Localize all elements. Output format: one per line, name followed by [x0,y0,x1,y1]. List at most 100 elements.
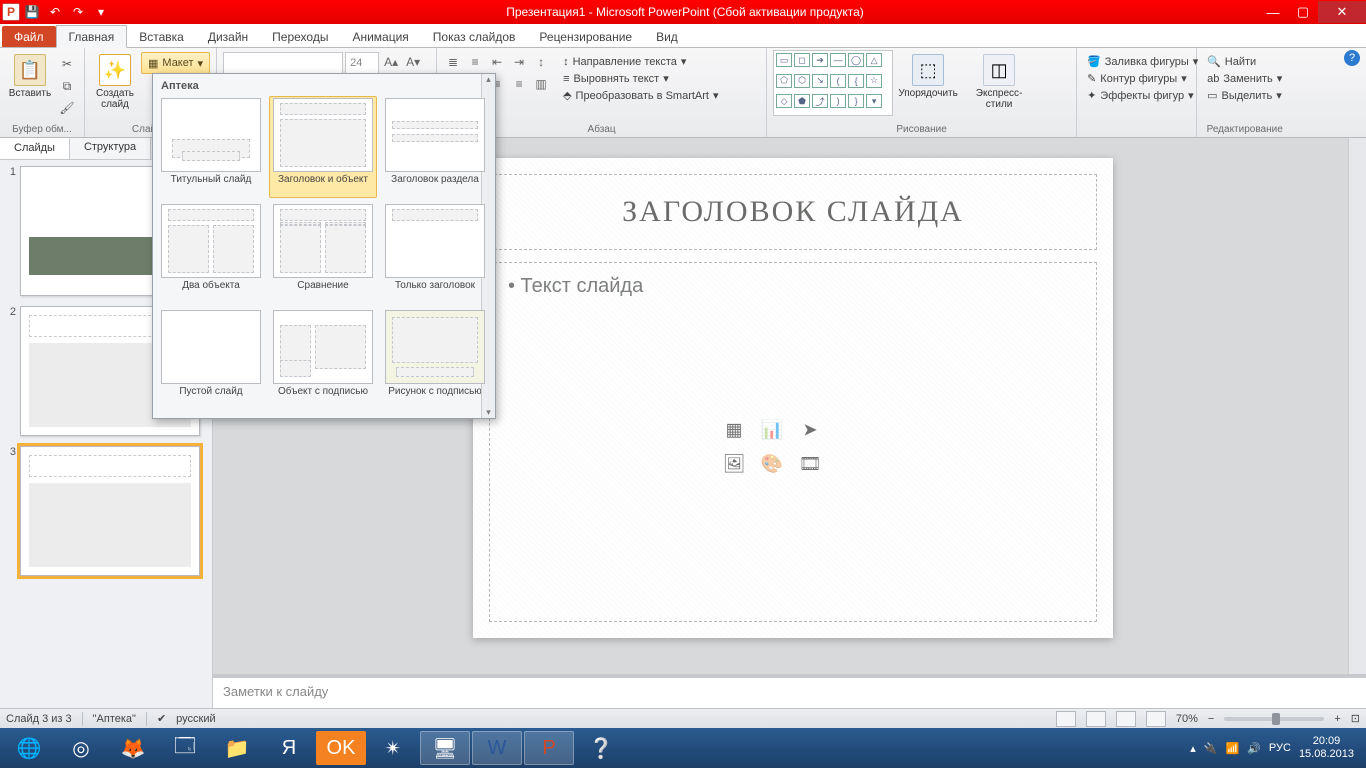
save-icon[interactable]: 💾 [21,2,43,22]
align-text-button[interactable]: ≡Выровнять текст ▾ [559,71,722,86]
layout-option-0[interactable]: Титульный слайд [157,96,265,198]
shape-effects-button[interactable]: ✦Эффекты фигур ▾ [1083,88,1202,103]
taskbar-app-icon[interactable]: 🗔 [160,731,210,765]
cut-icon[interactable]: ✂ [56,54,78,74]
tab-animations[interactable]: Анимация [340,26,420,47]
font-name-combo[interactable] [223,52,343,74]
find-button[interactable]: 🔍Найти [1203,54,1286,69]
close-button[interactable]: ✕ [1318,1,1366,23]
paste-button[interactable]: 📋 Вставить [6,50,54,99]
taskbar-explorer-icon[interactable]: 📁 [212,731,262,765]
increase-indent-icon[interactable]: ⇥ [509,52,529,72]
numbering-icon[interactable]: ≡ [465,52,485,72]
tab-review[interactable]: Рецензирование [527,26,644,47]
zoom-in-button[interactable]: + [1334,713,1340,725]
taskbar-ie-icon[interactable]: 🌐 [4,731,54,765]
ribbon-tabs: Файл Главная Вставка Дизайн Переходы Ани… [0,24,1366,48]
taskbar-app2-icon[interactable]: ✴ [368,731,418,765]
minimize-button[interactable]: — [1258,1,1288,23]
text-direction-button[interactable]: ↕Направление текста ▾ [559,54,722,69]
columns-icon[interactable]: ▥ [531,74,551,94]
taskbar-firefox-icon[interactable]: 🦊 [108,731,158,765]
insert-media-icon[interactable]: 🎞 [795,450,825,476]
sorter-view-button[interactable] [1086,711,1106,727]
panel-tab-slides[interactable]: Слайды [0,138,70,159]
zoom-slider[interactable] [1224,717,1324,721]
layout-option-label: Рисунок с подписью [388,386,482,408]
decrease-indent-icon[interactable]: ⇤ [487,52,507,72]
layout-option-5[interactable]: Только заголовок [381,202,489,304]
layout-option-3[interactable]: Два объекта [157,202,265,304]
line-spacing-icon[interactable]: ↕ [531,52,551,72]
insert-chart-icon[interactable]: 📊 [757,416,787,442]
font-size-combo[interactable]: 24 [345,52,379,74]
normal-view-button[interactable] [1056,711,1076,727]
zoom-out-button[interactable]: − [1208,713,1214,725]
bullets-icon[interactable]: ≣ [443,52,463,72]
replace-button[interactable]: abЗаменить ▾ [1203,71,1286,86]
tray-input-lang[interactable]: РУС [1269,742,1291,754]
justify-icon[interactable]: ≡ [509,74,529,94]
fit-window-button[interactable]: ⊡ [1351,712,1360,725]
select-button[interactable]: ▭Выделить ▾ [1203,88,1286,103]
tab-home[interactable]: Главная [56,25,128,48]
taskbar-powerpoint-icon[interactable]: P [524,731,574,765]
slideshow-view-button[interactable] [1146,711,1166,727]
layout-option-8[interactable]: Рисунок с подписью [381,308,489,410]
tray-network-icon[interactable]: 📶 [1226,742,1240,755]
tab-transitions[interactable]: Переходы [260,26,340,47]
taskbar-hp-icon[interactable]: ◎ [56,731,106,765]
taskbar-yandex-icon[interactable]: Я [264,731,314,765]
redo-icon[interactable]: ↷ [67,2,89,22]
qat-more-icon[interactable]: ▾ [90,2,112,22]
taskbar-ok-icon[interactable]: OK [316,731,366,765]
spellcheck-icon[interactable]: ✔ [157,712,166,725]
quick-styles-button[interactable]: ◫ Экспресс-стили [963,50,1035,110]
tray-up-icon[interactable]: ▴ [1190,742,1196,755]
copy-icon[interactable]: ⧉ [56,76,78,96]
new-slide-button[interactable]: ✨ Создать слайд [91,50,139,110]
slide-thumbnail-3[interactable] [20,446,200,576]
tray-clock[interactable]: 20:09 15.08.2013 [1299,735,1354,761]
tray-power-icon[interactable]: 🔌 [1204,742,1218,755]
arrange-button[interactable]: ⬚ Упорядочить [895,50,961,99]
layout-option-4[interactable]: Сравнение [269,202,377,304]
status-language[interactable]: русский [176,713,215,725]
shapes-gallery[interactable]: ▭◻➔—◯△ ⬠⬡↘({☆ ◇⬟⤴)}▾ [773,50,893,116]
grow-font-icon[interactable]: A▴ [381,52,401,72]
notes-pane[interactable]: Заметки к слайду [213,674,1366,710]
tray-volume-icon[interactable]: 🔊 [1247,742,1261,755]
content-placeholder[interactable]: • Текст слайда ▦ 📊 ➤ 🖼 🎨 🎞 [489,262,1097,622]
layout-option-7[interactable]: Объект с подписью [269,308,377,410]
convert-smartart-button[interactable]: ⬘Преобразовать в SmartArt ▾ [559,88,722,103]
format-painter-icon[interactable]: 🖌 [56,98,78,118]
tab-file[interactable]: Файл [2,26,56,47]
reading-view-button[interactable] [1116,711,1136,727]
help-icon[interactable]: ? [1344,50,1360,66]
slide-canvas[interactable]: ЗАГОЛОВОК СЛАЙДА • Текст слайда ▦ 📊 ➤ 🖼 … [473,158,1113,638]
taskbar-app3-icon[interactable]: 🖥 [420,731,470,765]
title-placeholder[interactable]: ЗАГОЛОВОК СЛАЙДА [489,174,1097,250]
tab-insert[interactable]: Вставка [127,26,196,47]
taskbar-help-icon[interactable]: ❔ [576,731,626,765]
insert-smartart-icon[interactable]: ➤ [795,416,825,442]
layout-button[interactable]: ▦ Макет ▾ [141,52,210,74]
shape-outline-button[interactable]: ✎Контур фигуры ▾ [1083,71,1202,86]
layout-option-1[interactable]: Заголовок и объект [269,96,377,198]
layout-option-2[interactable]: Заголовок раздела [381,96,489,198]
taskbar-word-icon[interactable]: W [472,731,522,765]
tab-design[interactable]: Дизайн [196,26,260,47]
zoom-level[interactable]: 70% [1176,713,1198,725]
layout-option-6[interactable]: Пустой слайд [157,308,265,410]
shrink-font-icon[interactable]: A▾ [403,52,423,72]
insert-picture-icon[interactable]: 🖼 [719,450,749,476]
editor-scrollbar[interactable] [1348,138,1366,710]
tab-slideshow[interactable]: Показ слайдов [421,26,528,47]
tab-view[interactable]: Вид [644,26,690,47]
panel-tab-outline[interactable]: Структура [70,138,151,159]
undo-icon[interactable]: ↶ [44,2,66,22]
maximize-button[interactable]: ▢ [1288,1,1318,23]
insert-clipart-icon[interactable]: 🎨 [757,450,787,476]
insert-table-icon[interactable]: ▦ [719,416,749,442]
shape-fill-button[interactable]: 🪣Заливка фигуры ▾ [1083,54,1202,69]
